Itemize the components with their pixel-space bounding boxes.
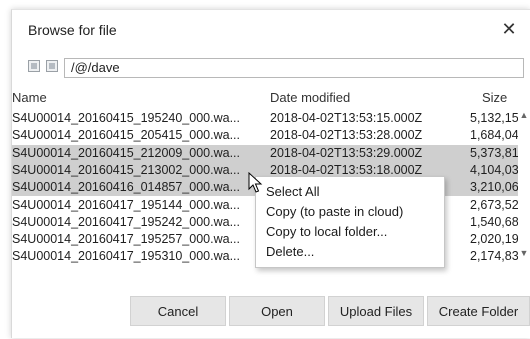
dialog-title: Browse for file — [28, 22, 117, 38]
file-name-cell: S4U00014_20160415_213002_000.wa... — [12, 162, 240, 177]
menu-item-copy-cloud[interactable]: Copy (to paste in cloud) — [266, 203, 403, 221]
file-size-cell: 3,210,06 — [470, 180, 518, 195]
back-icon[interactable] — [28, 60, 40, 72]
file-row[interactable]: S4U00014_20160415_195240_000.wa... 2018-0… — [12, 110, 518, 127]
file-name-cell: S4U00014_20160417_195242_000.wa... — [12, 214, 240, 229]
file-name-cell: S4U00014_20160415_212009_000.wa... — [12, 145, 240, 160]
file-name-cell: S4U00014_20160417_195144_000.wa... — [12, 197, 240, 212]
file-size-cell: 5,373,81 — [470, 145, 518, 160]
column-header-name[interactable]: Name — [12, 88, 47, 108]
file-size-cell: 1,684,04 — [470, 128, 518, 143]
file-name-cell: S4U00014_20160417_195257_000.wa... — [12, 232, 240, 247]
file-size-cell: 1,540,68 — [470, 214, 518, 229]
close-icon: ✕ — [501, 18, 517, 39]
file-row[interactable]: S4U00014_20160415_205415_000.wa... 2018-0… — [12, 127, 518, 144]
browse-dialog: Browse for file ✕ /@/dave Name Date modi… — [11, 9, 530, 338]
file-size-cell: 4,104,03 — [470, 162, 518, 177]
menu-item-copy-local[interactable]: Copy to local folder... — [266, 223, 387, 241]
date-modified-cell: 2018-04-02T13:53:15.000Z — [270, 111, 423, 125]
file-name-cell: S4U00014_20160415_205415_000.wa... — [12, 128, 240, 143]
file-size-cell: 2,020,19 — [470, 232, 518, 247]
date-modified-cell: 2018-04-02T13:53:28.000Z — [270, 128, 423, 143]
file-size-cell: 5,132,15 — [470, 111, 518, 125]
column-header-size[interactable]: Size — [482, 88, 507, 108]
path-bar: /@/dave — [24, 58, 524, 80]
date-modified-cell: 2018-04-02T13:53:29.000Z — [270, 145, 423, 160]
cancel-button[interactable]: Cancel — [130, 296, 226, 326]
vertical-scrollbar[interactable]: ▲ ▼ — [518, 110, 530, 258]
file-name-cell: S4U00014_20160417_195310_000.wa... — [12, 249, 240, 264]
file-name-cell: S4U00014_20160416_014857_000.wa... — [12, 180, 240, 195]
context-menu: Select All Copy (to paste in cloud) Copy… — [255, 176, 445, 268]
file-size-cell: 2,174,83 — [470, 249, 518, 264]
upload-files-button[interactable]: Upload Files — [328, 296, 424, 326]
create-folder-button[interactable]: Create Folder — [427, 296, 530, 326]
mouse-pointer-icon — [248, 172, 263, 193]
forward-icon[interactable] — [46, 60, 58, 72]
open-button[interactable]: Open — [229, 296, 325, 326]
scroll-up-icon[interactable]: ▲ — [519, 110, 529, 120]
file-row[interactable]: S4U00014_20160415_212009_000.wa... 2018-0… — [12, 144, 518, 162]
close-button[interactable]: ✕ — [498, 18, 520, 40]
menu-item-delete[interactable]: Delete... — [266, 243, 314, 261]
column-header-date[interactable]: Date modified — [270, 88, 350, 108]
scroll-down-icon[interactable]: ▼ — [519, 248, 529, 258]
file-name-cell: S4U00014_20160415_195240_000.wa... — [12, 111, 240, 125]
path-field[interactable]: /@/dave — [64, 58, 524, 78]
file-size-cell: 2,673,52 — [470, 197, 518, 212]
menu-item-select-all[interactable]: Select All — [266, 183, 319, 201]
